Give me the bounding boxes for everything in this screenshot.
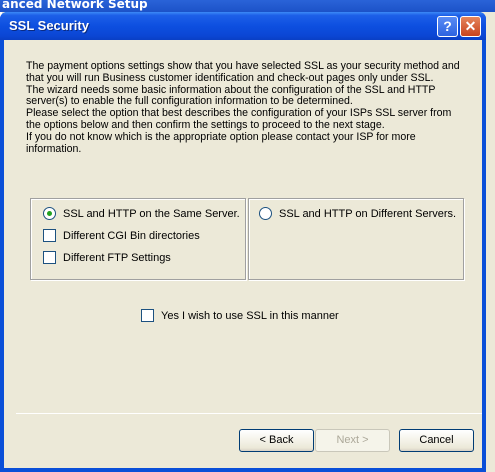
help-icon: ? <box>443 18 452 34</box>
dialog-titlebar[interactable]: SSL Security ? ✕ <box>0 12 486 40</box>
radio-selected-icon <box>43 207 56 220</box>
same-server-group: SSL and HTTP on the Same Server. Differe… <box>30 198 246 280</box>
intro-text: The payment options settings show that y… <box>26 60 476 155</box>
confirm-ssl-checkbox[interactable]: Yes I wish to use SSL in this manner <box>141 309 339 322</box>
ssl-security-dialog: SSL Security ? ✕ The payment options set… <box>0 12 486 472</box>
dialog-client-area: The payment options settings show that y… <box>4 40 482 468</box>
next-button[interactable]: Next > <box>315 429 390 452</box>
cgi-bin-checkbox[interactable]: Different CGI Bin directories <box>43 229 200 242</box>
cancel-button[interactable]: Cancel <box>399 429 474 452</box>
ftp-settings-label: Different FTP Settings <box>63 251 171 264</box>
confirm-ssl-label: Yes I wish to use SSL in this manner <box>161 309 339 322</box>
same-server-radio[interactable]: SSL and HTTP on the Same Server. <box>43 207 240 220</box>
button-divider <box>16 413 482 414</box>
same-server-label: SSL and HTTP on the Same Server. <box>63 207 240 220</box>
different-servers-label: SSL and HTTP on Different Servers. <box>279 207 457 220</box>
ftp-settings-checkbox[interactable]: Different FTP Settings <box>43 251 171 264</box>
intro-line: information. <box>26 142 82 155</box>
different-servers-group: SSL and HTTP on Different Servers. <box>248 198 464 280</box>
radio-unselected-icon <box>259 207 272 220</box>
dialog-title: SSL Security <box>9 18 89 33</box>
cgi-bin-label: Different CGI Bin directories <box>63 229 200 242</box>
checkbox-unchecked-icon <box>43 251 56 264</box>
different-servers-radio[interactable]: SSL and HTTP on Different Servers. <box>259 207 456 220</box>
checkbox-unchecked-icon <box>43 229 56 242</box>
close-button[interactable]: ✕ <box>460 16 481 37</box>
background-window-title: anced Network Setup <box>0 0 495 12</box>
back-button[interactable]: < Back <box>239 429 314 452</box>
intro-line: the options below and then confirm the s… <box>26 118 385 131</box>
help-button[interactable]: ? <box>437 16 458 37</box>
intro-line: If you do not know which is the appropri… <box>26 130 416 143</box>
checkbox-unchecked-icon <box>141 309 154 322</box>
intro-line: that you will run Business customer iden… <box>26 71 434 84</box>
close-icon: ✕ <box>464 18 477 34</box>
